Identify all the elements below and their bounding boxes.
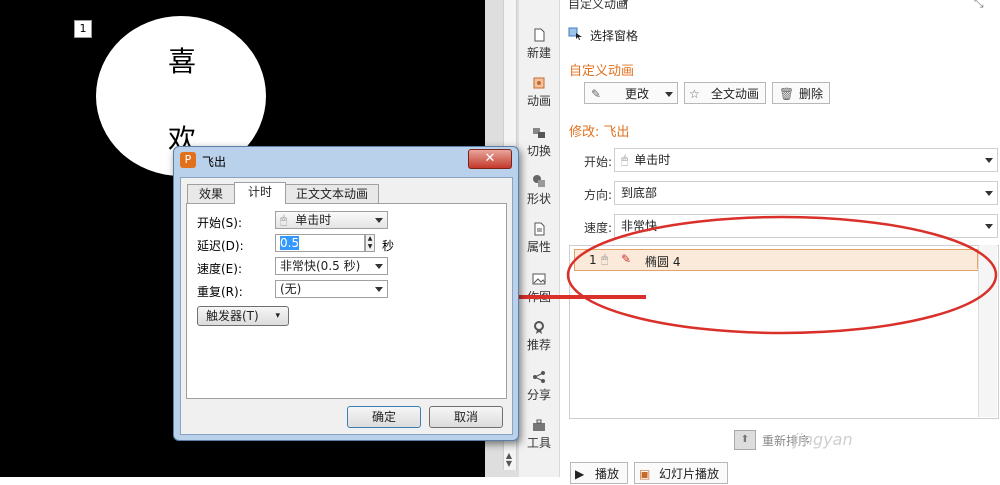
trigger-label: 触发器(T): [206, 309, 259, 323]
mouse-icon: 🖱: [280, 213, 288, 227]
delay-spinner[interactable]: ▲ ▼: [365, 234, 375, 252]
trigger-button[interactable]: 触发器(T) ▾: [197, 306, 289, 326]
close-icon[interactable]: ✕: [468, 149, 512, 169]
start-label: 开始(S):: [197, 216, 243, 230]
repeat-label: 重复(R):: [197, 285, 243, 299]
start-select[interactable]: 🖱 单击时: [275, 211, 388, 229]
chevron-down-icon: [375, 218, 383, 223]
delay-input[interactable]: 0.5: [275, 234, 365, 252]
timing-panel: 开始(S): 🖱 单击时 延迟(D): 0.5 ▲ ▼ 秒 速度(E): 非常快(0…: [186, 203, 507, 399]
repeat-value: (无): [280, 282, 302, 296]
delay-unit: 秒: [382, 239, 395, 253]
fly-out-dialog[interactable]: P 飞出 ✕ 效果 计时 正文文本动画 开始(S): 🖱 单击时 延迟(D): 0…: [173, 146, 519, 441]
tab-body-text-animation[interactable]: 正文文本动画: [285, 184, 379, 203]
cancel-button[interactable]: 取消: [429, 406, 503, 428]
chevron-down-icon: [375, 264, 383, 269]
repeat-select[interactable]: (无): [275, 280, 388, 298]
ok-button[interactable]: 确定: [347, 406, 421, 428]
tab-effect[interactable]: 效果: [187, 184, 235, 203]
speed-value: 非常快(0.5 秒): [280, 259, 361, 273]
dialog-body: 效果 计时 正文文本动画 开始(S): 🖱 单击时 延迟(D): 0.5 ▲ ▼ 秒…: [180, 177, 513, 435]
app-icon: P: [180, 152, 196, 168]
annotation-ellipse: [566, 215, 998, 335]
tab-timing[interactable]: 计时: [234, 182, 286, 204]
speed-label: 速度(E):: [197, 262, 242, 276]
delay-label: 延迟(D):: [197, 239, 244, 253]
speed-select[interactable]: 非常快(0.5 秒): [275, 257, 388, 275]
dialog-title: 飞出: [202, 155, 227, 169]
delay-value: 0.5: [280, 236, 300, 250]
chevron-down-icon: ▾: [275, 311, 280, 321]
chevron-down-icon: [375, 287, 383, 292]
start-value: 单击时: [295, 213, 332, 227]
